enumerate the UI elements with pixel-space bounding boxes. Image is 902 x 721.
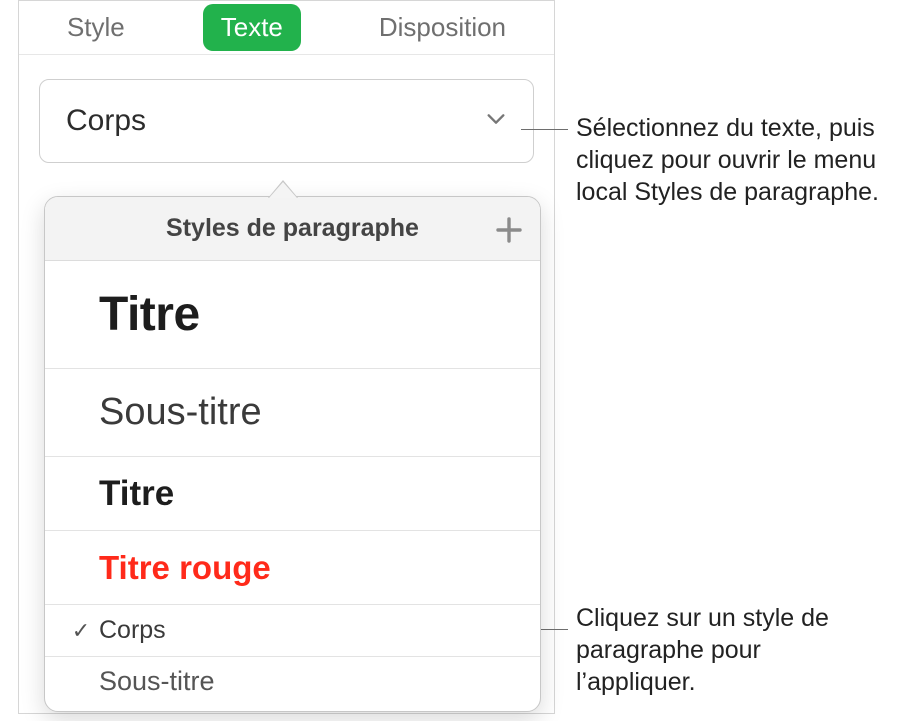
- paragraph-style-list: Titre Sous-titre Titre Titre rouge ✓ Cor…: [45, 261, 540, 711]
- style-option-soustitre[interactable]: Sous-titre: [45, 657, 540, 711]
- chevron-down-icon: [485, 108, 507, 135]
- callout-leader-line: [521, 129, 568, 130]
- style-option-titre-rouge[interactable]: Titre rouge: [45, 531, 540, 605]
- paragraph-style-current: Corps: [66, 104, 146, 138]
- style-label: Titre rouge: [99, 549, 271, 587]
- format-tabs: Style Texte Disposition: [19, 1, 554, 55]
- tab-style[interactable]: Style: [49, 4, 143, 51]
- style-label: Corps: [99, 616, 166, 645]
- tab-texte[interactable]: Texte: [203, 4, 301, 51]
- plus-icon: [494, 215, 524, 245]
- style-label: Titre: [99, 287, 200, 342]
- style-option-titre[interactable]: Titre: [45, 457, 540, 531]
- callout-open-style-menu: Sélectionnez du texte, puis cliquez pour…: [576, 112, 884, 208]
- paragraph-styles-popover: Styles de paragraphe Titre Sous-titre Ti…: [44, 196, 541, 712]
- popover-header: Styles de paragraphe: [45, 197, 540, 261]
- add-style-button[interactable]: [494, 215, 524, 245]
- paragraph-style-select[interactable]: Corps: [39, 79, 534, 163]
- style-option-titre-large[interactable]: Titre: [45, 261, 540, 369]
- style-label: Sous-titre: [99, 666, 215, 697]
- paragraph-style-select-wrap: Corps: [19, 55, 554, 163]
- style-option-corps[interactable]: ✓ Corps: [45, 605, 540, 657]
- style-label: Sous-titre: [99, 391, 262, 434]
- popover-title: Styles de paragraphe: [166, 214, 419, 243]
- popover-pointer: [269, 182, 297, 198]
- style-option-soustitre-large[interactable]: Sous-titre: [45, 369, 540, 457]
- callout-apply-style: Cliquez sur un style de paragraphe pour …: [576, 602, 884, 698]
- style-label: Titre: [99, 474, 174, 514]
- tab-disposition[interactable]: Disposition: [361, 4, 524, 51]
- checkmark-icon: ✓: [67, 618, 95, 644]
